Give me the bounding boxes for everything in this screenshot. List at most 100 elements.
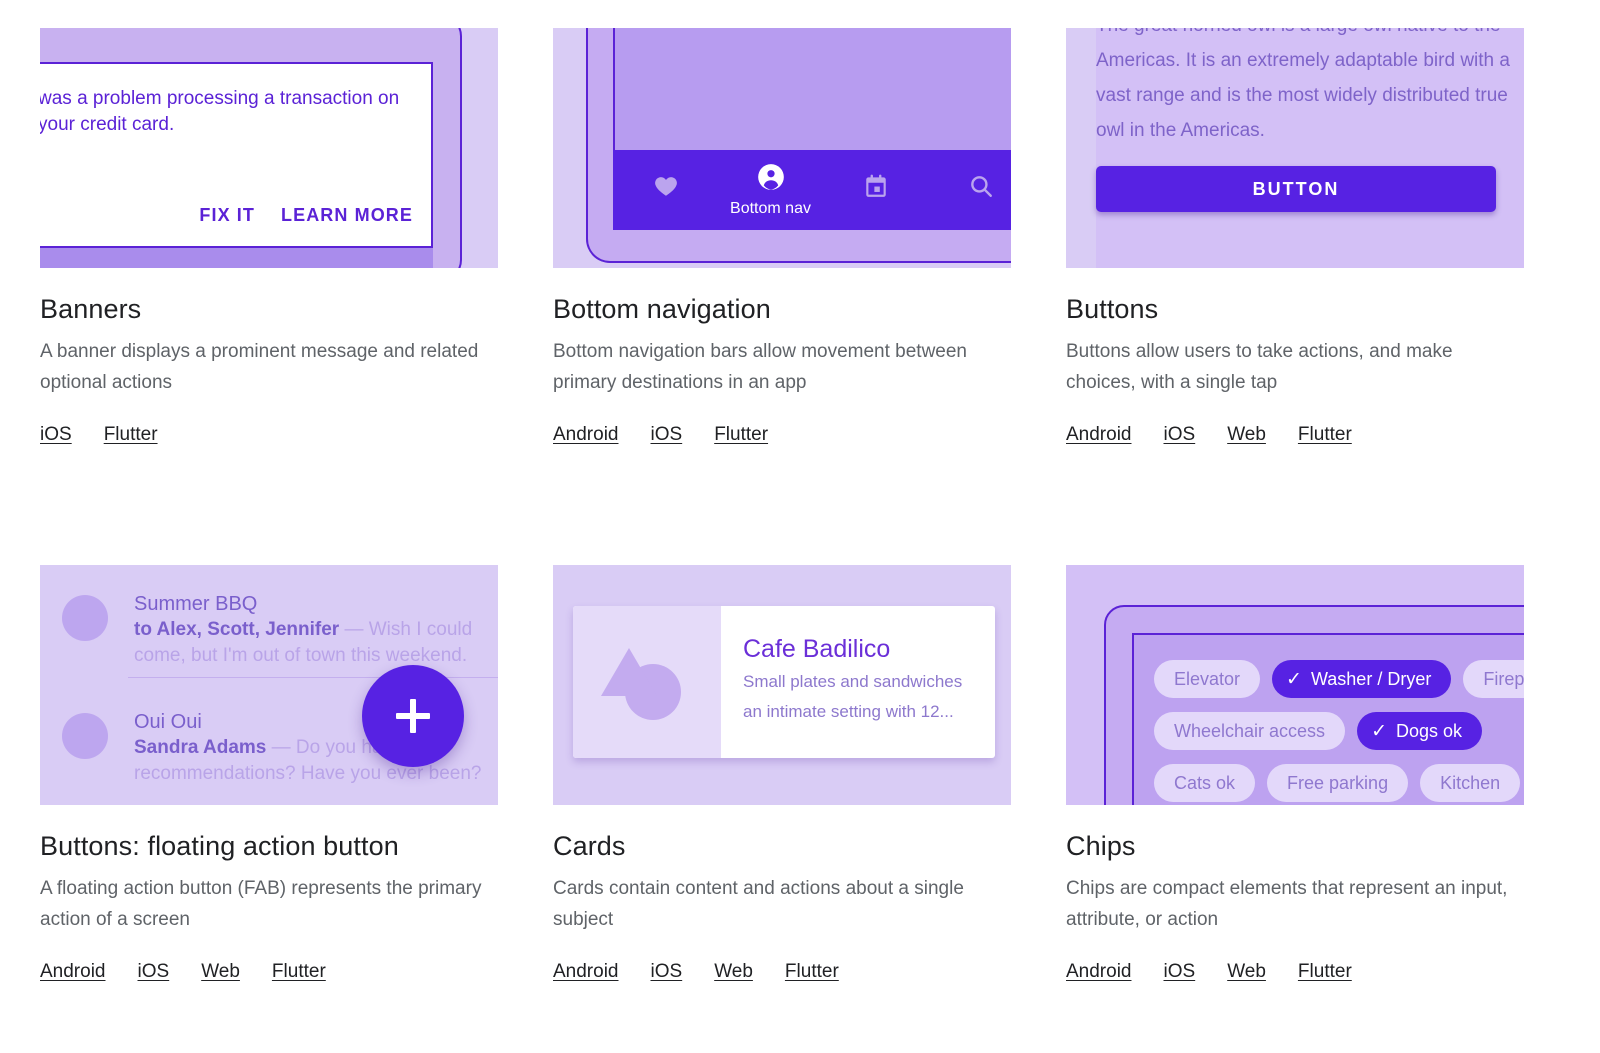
component-card-bottom-navigation[interactable]: Bottom nav Bottom navigation Bottom navi… <box>553 28 1011 447</box>
grid-gap <box>498 28 553 447</box>
chips-preview: Elevator ✓ Washer / Dryer Fireplace Whee… <box>1066 565 1524 805</box>
search-icon <box>968 173 994 204</box>
link-flutter[interactable]: Flutter <box>272 960 326 984</box>
shapes-icon <box>573 606 721 758</box>
link-ios[interactable]: iOS <box>40 423 72 447</box>
link-flutter[interactable]: Flutter <box>714 423 768 447</box>
link-android[interactable]: Android <box>40 960 106 984</box>
banner-message: was a problem processing a transaction o… <box>40 88 400 135</box>
link-android[interactable]: Android <box>1066 423 1132 447</box>
component-card-chips[interactable]: Elevator ✓ Washer / Dryer Fireplace Whee… <box>1066 565 1524 984</box>
bottom-navigation-preview: Bottom nav <box>553 28 1011 268</box>
message-snippet: to Alex, Scott, Jennifer — Wish I could … <box>134 617 484 669</box>
chip-fireplace[interactable]: Fireplace <box>1463 660 1524 698</box>
chip-elevator[interactable]: Elevator <box>1154 660 1261 698</box>
bottom-nav-item-calendar[interactable] <box>823 173 928 208</box>
grid-gap <box>498 565 553 984</box>
chip-label: Fireplace <box>1483 668 1524 689</box>
banner-surface: was a problem processing a transaction o… <box>40 62 433 248</box>
chip-cats-ok[interactable]: Cats ok <box>1154 764 1256 802</box>
banner-actions: FIX IT LEARN MORE <box>199 205 413 226</box>
card-description: A banner displays a prominent message an… <box>40 341 479 393</box>
chip-free-parking[interactable]: Free parking <box>1267 764 1409 802</box>
page-title: Chips <box>1066 831 1136 861</box>
component-card-buttons[interactable]: The great horned owl is a large owl nati… <box>1066 28 1524 447</box>
chip-group: Elevator ✓ Washer / Dryer Fireplace Whee… <box>1154 660 1524 802</box>
chip-wheelchair-access[interactable]: Wheelchair access <box>1154 712 1346 750</box>
link-flutter[interactable]: Flutter <box>785 960 839 984</box>
page-title: Buttons <box>1066 294 1159 324</box>
component-card-cards[interactable]: Cafe Badilico Small plates and sandwiche… <box>553 565 1011 984</box>
chip-label: Kitchen <box>1440 772 1501 793</box>
banner-action-learn-more[interactable]: LEARN MORE <box>281 205 413 226</box>
bottom-nav-item-favorites[interactable] <box>613 173 718 208</box>
heart-icon <box>653 173 679 204</box>
link-android[interactable]: Android <box>1066 960 1132 984</box>
link-web[interactable]: Web <box>1227 423 1266 447</box>
bottom-navigation-bar: Bottom nav <box>613 150 1011 230</box>
preview-card-line-1: Small plates and sandwiches <box>743 672 963 691</box>
avatar <box>62 595 108 641</box>
chip-label: Dogs ok <box>1395 720 1463 741</box>
link-ios[interactable]: iOS <box>651 960 683 984</box>
link-web[interactable]: Web <box>1227 960 1266 984</box>
platform-links: Android iOS Web Flutter <box>1066 960 1524 984</box>
card-description: Cards contain content and actions about … <box>553 878 964 930</box>
link-android[interactable]: Android <box>553 423 619 447</box>
chip-dogs-ok[interactable]: ✓ Dogs ok <box>1357 712 1483 750</box>
buttons-preview: The great horned owl is a large owl nati… <box>1066 28 1524 268</box>
card-description: Buttons allow users to take actions, and… <box>1066 341 1453 393</box>
chip-label: Free parking <box>1287 772 1389 793</box>
check-icon: ✓ <box>1371 720 1387 742</box>
card-description: Bottom navigation bars allow movement be… <box>553 341 968 393</box>
link-flutter[interactable]: Flutter <box>1298 960 1352 984</box>
floating-action-button[interactable] <box>362 665 464 767</box>
chip-label: Wheelchair access <box>1174 720 1326 741</box>
message-subject: Summer BBQ <box>134 593 258 615</box>
calendar-icon <box>863 173 889 204</box>
link-android[interactable]: Android <box>553 960 619 984</box>
preview-card-title: Cafe Badilico <box>743 635 891 663</box>
link-flutter[interactable]: Flutter <box>104 423 158 447</box>
page-title: Cards <box>553 831 626 861</box>
banner-action-fix-it[interactable]: FIX IT <box>199 205 255 226</box>
link-ios[interactable]: iOS <box>1164 423 1196 447</box>
preview-button[interactable]: BUTTON <box>1096 166 1496 212</box>
link-ios[interactable]: iOS <box>651 423 683 447</box>
card-description: Chips are compact elements that represen… <box>1066 878 1508 930</box>
fab-message-list: Summer BBQ to Alex, Scott, Jennifer — Wi… <box>40 565 498 805</box>
list-item-texts: Summer BBQ to Alex, Scott, Jennifer — Wi… <box>134 591 484 669</box>
component-grid: was a problem processing a transaction o… <box>40 28 1600 984</box>
card-description: A floating action button (FAB) represent… <box>40 878 482 930</box>
bottom-nav-item-search[interactable] <box>928 173 1011 208</box>
fab-preview: Summer BBQ to Alex, Scott, Jennifer — Wi… <box>40 565 498 805</box>
link-web[interactable]: Web <box>201 960 240 984</box>
page-title: Buttons: floating action button <box>40 831 399 861</box>
message-sender: Sandra Adams <box>134 737 267 758</box>
grid-gap <box>1011 28 1066 447</box>
cards-preview: Cafe Badilico Small plates and sandwiche… <box>553 565 1011 805</box>
page-title: Bottom navigation <box>553 294 771 324</box>
plus-icon <box>394 697 432 735</box>
preview-card[interactable]: Cafe Badilico Small plates and sandwiche… <box>573 606 995 758</box>
platform-links: Android iOS Web Flutter <box>553 960 1011 984</box>
bottom-nav-label-account: Bottom nav <box>730 199 811 217</box>
bottom-nav-item-account[interactable]: Bottom nav <box>718 163 823 218</box>
banner-footer-band <box>40 248 433 268</box>
link-ios[interactable]: iOS <box>138 960 170 984</box>
chip-washer-dryer[interactable]: ✓ Washer / Dryer <box>1272 660 1452 698</box>
component-card-banners[interactable]: was a problem processing a transaction o… <box>40 28 498 447</box>
chip-kitchen[interactable]: Kitchen <box>1420 764 1521 802</box>
check-icon: ✓ <box>1286 668 1302 690</box>
link-ios[interactable]: iOS <box>1164 960 1196 984</box>
page-title: Banners <box>40 294 142 324</box>
chip-label: Washer / Dryer <box>1310 668 1432 689</box>
person-icon <box>757 163 785 196</box>
chip-label: Cats ok <box>1174 772 1236 793</box>
link-web[interactable]: Web <box>714 960 753 984</box>
buttons-paragraph: The great horned owl is a large owl nati… <box>1096 28 1510 141</box>
message-sender: to Alex, Scott, Jennifer <box>134 619 340 640</box>
link-flutter[interactable]: Flutter <box>1298 423 1352 447</box>
list-item[interactable]: Summer BBQ to Alex, Scott, Jennifer — Wi… <box>40 591 498 669</box>
component-card-floating-action-button[interactable]: Summer BBQ to Alex, Scott, Jennifer — Wi… <box>40 565 498 984</box>
